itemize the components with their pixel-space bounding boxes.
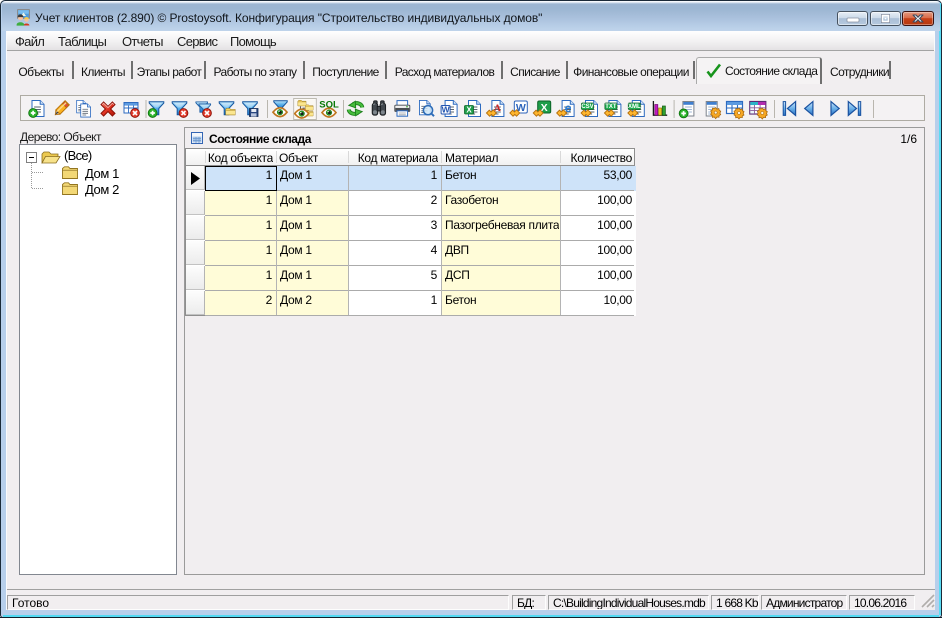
- svg-text:CSV: CSV: [581, 104, 593, 110]
- svg-text:W: W: [442, 105, 451, 115]
- svg-text:X: X: [466, 106, 472, 115]
